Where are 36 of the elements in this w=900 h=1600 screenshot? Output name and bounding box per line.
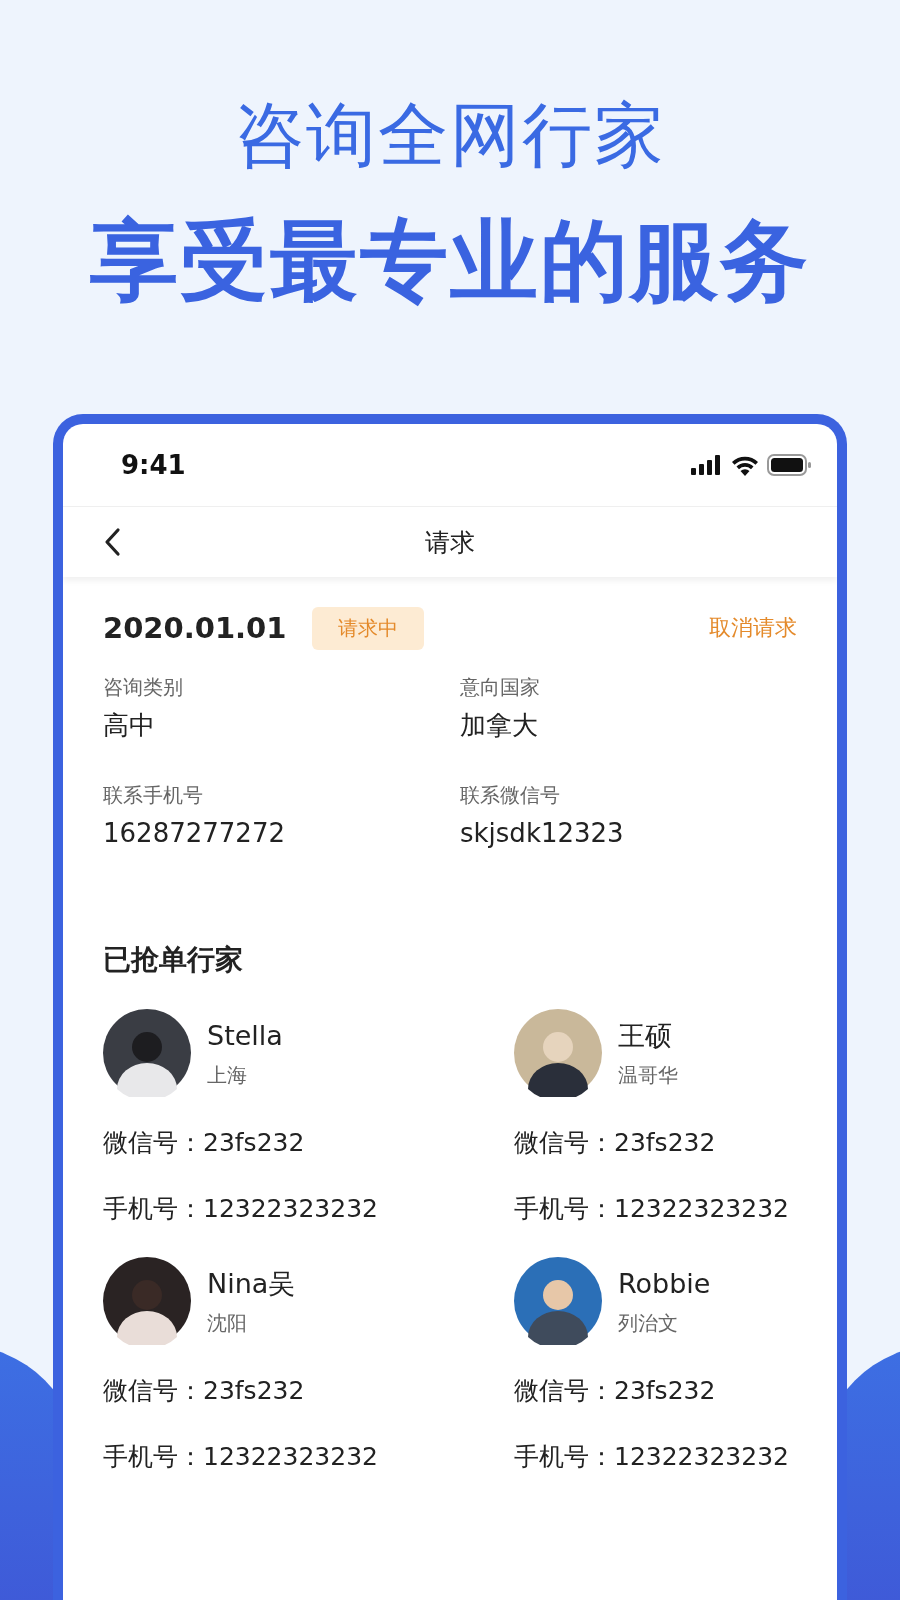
wechat-text: 微信号：23fs232 xyxy=(514,1127,717,1159)
expert-name: Stella xyxy=(207,1018,283,1053)
field-value: 16287277272 xyxy=(103,817,286,850)
section-title: 已抢单行家 xyxy=(103,942,244,978)
cancel-link[interactable]: 取消请求 xyxy=(709,613,797,643)
expert-name: 王硕 xyxy=(618,1018,673,1053)
field-value: 加拿大 xyxy=(460,709,539,742)
signal-icon xyxy=(691,455,723,475)
phone-text: 手机号：12322323232 xyxy=(103,1193,379,1225)
field-value: skjsdk12323 xyxy=(460,817,625,850)
phone-text: 手机号：12322323232 xyxy=(514,1193,790,1225)
phone-text: 手机号：12322323232 xyxy=(514,1441,790,1473)
expert-city: 温哥华 xyxy=(618,1061,678,1089)
expert-city: 沈阳 xyxy=(207,1309,248,1337)
status-badge: 请求中 xyxy=(312,606,425,650)
wechat-text: 微信号：23fs232 xyxy=(103,1127,306,1159)
nav-title: 请求 xyxy=(425,526,475,559)
status-time: 9:41 xyxy=(121,450,186,480)
back-icon[interactable] xyxy=(103,527,121,557)
field-value: 高中 xyxy=(103,709,156,742)
phone-text: 手机号：12322323232 xyxy=(103,1441,379,1473)
request-date: 2020.01.01 xyxy=(103,611,287,645)
headline: 咨询全网行家 xyxy=(234,93,666,178)
battery-icon xyxy=(767,454,811,476)
expert-name: Robbie xyxy=(618,1266,711,1301)
field-label: 联系手机号 xyxy=(103,782,204,809)
expert-city: 列治文 xyxy=(618,1309,679,1337)
wechat-text: 微信号：23fs232 xyxy=(514,1375,717,1407)
headline: 享受最专业的服务 xyxy=(90,208,810,314)
expert-city: 上海 xyxy=(207,1061,248,1089)
expert-name: Nina吴 xyxy=(207,1266,296,1301)
field-label: 咨询类别 xyxy=(103,674,184,701)
wifi-icon xyxy=(731,454,759,476)
wechat-text: 微信号：23fs232 xyxy=(103,1375,306,1407)
field-label: 联系微信号 xyxy=(460,782,561,809)
field-label: 意向国家 xyxy=(460,674,541,701)
